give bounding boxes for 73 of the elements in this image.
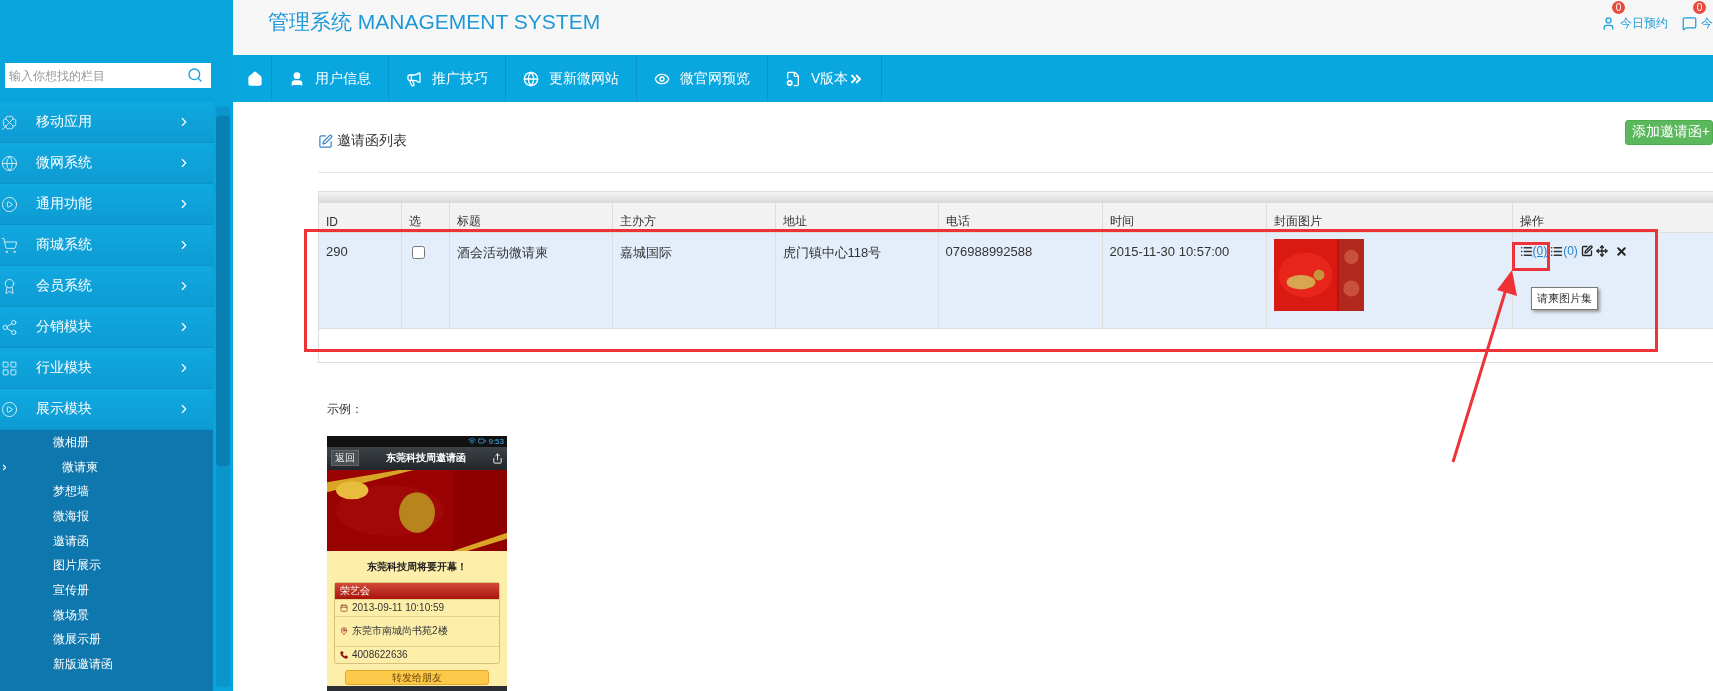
menu-item[interactable]: 微网系统 (0, 143, 213, 184)
share-icon (1, 318, 18, 336)
card-title: 荣艺会 (340, 583, 370, 598)
menu-item[interactable]: 会员系统 (0, 266, 213, 307)
wifi-icon (468, 437, 477, 445)
search-field[interactable]: 输入你想找的栏目 (5, 63, 211, 88)
event-address: 东莞市南城尚书苑2楼 (352, 624, 448, 638)
count-badge: 0 (1693, 1, 1706, 14)
table-cell: 076988992588 (938, 232, 1102, 329)
battery-icon (478, 437, 487, 445)
row-checkbox[interactable] (411, 246, 425, 259)
megaphone-icon (406, 70, 422, 87)
delete-icon[interactable] (1614, 244, 1628, 258)
app-title: 管理系统 MANAGEMENT SYSTEM (268, 9, 602, 35)
forward-button[interactable]: 转发给朋友 (345, 669, 489, 685)
back-button[interactable]: 返回 (331, 450, 359, 466)
table-cell: 虎门镇中心118号 (775, 232, 938, 329)
example-label: 示例： (327, 400, 363, 418)
phone-title: 东莞科技周邀请函 (385, 451, 466, 465)
page-title: 邀请函列表 (337, 132, 407, 150)
file-icon (785, 70, 801, 87)
event-date: 2013-09-11 10:10:59 (352, 602, 445, 613)
menu-item[interactable]: 展示模块 (0, 389, 213, 430)
move-icon[interactable] (1595, 245, 1608, 257)
submenu-item[interactable]: 微场景 (53, 606, 89, 624)
submenu-item[interactable]: 新版邀请函 (53, 656, 113, 674)
event-phone: 4008622636 (352, 649, 408, 660)
table-cell: 290 (319, 232, 401, 329)
submenu-item[interactable]: 微展示册 (53, 631, 101, 649)
phone-icon (340, 650, 348, 659)
search-icon[interactable] (187, 67, 203, 83)
menu-item[interactable]: 通用功能 (0, 184, 213, 225)
submenu-item[interactable]: 微相册 (53, 433, 89, 451)
chevron-icon (0, 462, 9, 472)
count-badge: 0 (1612, 1, 1625, 14)
play-icon (1, 400, 18, 418)
chat-icon (1682, 16, 1697, 31)
play-icon (1, 195, 18, 213)
share-icon[interactable] (492, 452, 503, 464)
menu-item[interactable]: 商城系统 (0, 225, 213, 266)
clover-icon (1, 113, 18, 131)
grid-icon (1, 359, 18, 377)
headline: 东莞科技周将要开幕！ (366, 559, 468, 574)
submenu-item[interactable]: 图片展示 (53, 557, 101, 575)
pin-icon (340, 627, 348, 635)
table-cell: 酒会活动微请柬 (449, 232, 612, 329)
submenu-item[interactable]: 梦想墙 (53, 483, 89, 501)
menu-item[interactable]: 分销模块 (0, 307, 213, 348)
clock: 9:53 (488, 436, 504, 446)
tooltip: 请柬图片集 (1531, 287, 1598, 310)
user-icon (289, 70, 305, 87)
submenu-item[interactable]: 宣传册 (53, 581, 89, 599)
submenu-item[interactable]: 邀请函 (53, 532, 89, 550)
scrollbar-thumb[interactable] (216, 116, 230, 466)
table-cell: 嘉城国际 (612, 232, 775, 329)
gallery-link[interactable]: (0) (1519, 244, 1548, 258)
calendar-icon (340, 603, 348, 612)
cart-icon (1, 236, 18, 254)
submenu-item[interactable]: 微海报 (53, 507, 89, 525)
gallery-link[interactable]: (0) (1550, 244, 1578, 258)
add-button[interactable]: 添加邀请函+ (1624, 119, 1713, 145)
menu-item[interactable]: 行业模块 (0, 348, 213, 389)
menu-item[interactable]: 移动应用 (0, 102, 213, 143)
list-icon (1519, 244, 1533, 258)
edit-icon[interactable] (1580, 245, 1593, 257)
highlight-box (1512, 242, 1550, 271)
submenu-item[interactable]: 微请柬 (0, 458, 98, 476)
user-icon (1601, 16, 1616, 31)
home-icon (247, 70, 263, 87)
globe-icon (523, 70, 539, 87)
table-cell: 2015-11-30 10:57:00 (1102, 232, 1266, 329)
list-icon (1550, 244, 1564, 258)
globe-icon (1, 154, 18, 172)
